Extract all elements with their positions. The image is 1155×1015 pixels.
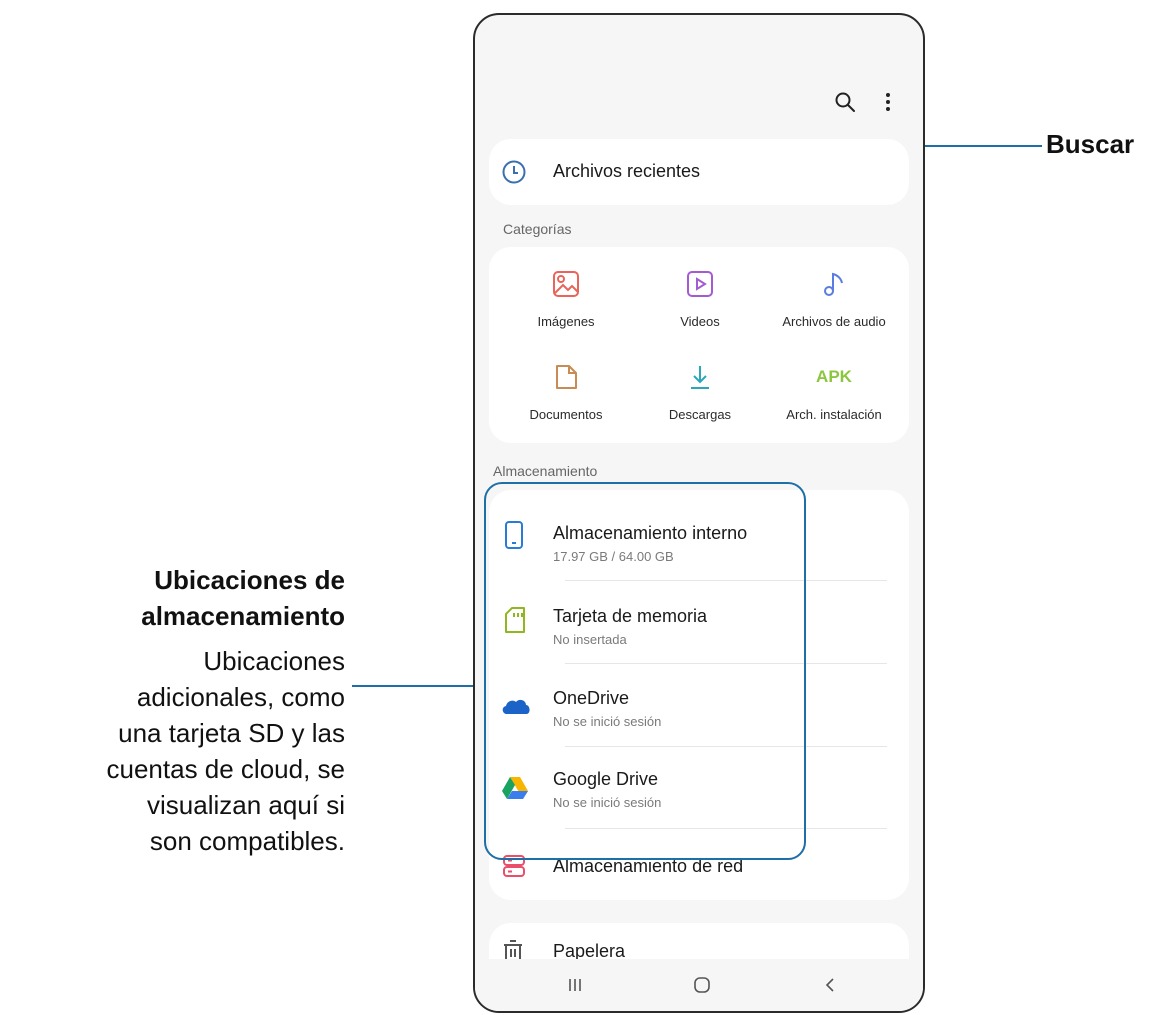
storage-item-subtitle: 17.97 GB / 64.00 GB — [553, 549, 674, 564]
phone-icon — [503, 520, 525, 555]
image-icon — [551, 269, 581, 299]
storage-callout-description: Ubicaciones adicionales, como una tarjet… — [106, 646, 346, 856]
audio-category-label: Archivos de audio — [782, 314, 886, 329]
categories-section-label: Categorías — [503, 221, 572, 237]
storage-item-title: Tarjeta de memoria — [553, 606, 708, 626]
storage-callout-title-line1: Ubicaciones de — [154, 565, 345, 595]
phone-screen: Archivos recientes Categorías Imágenes V… — [473, 13, 925, 1013]
document-icon — [551, 362, 581, 392]
storage-item-memory-card[interactable]: Tarjeta de memoria No insertada — [489, 582, 909, 662]
storage-item-subtitle: No se inició sesión — [553, 795, 662, 810]
recent-apps-icon[interactable] — [560, 970, 590, 1000]
recent-files-label: Archivos recientes — [553, 161, 701, 181]
recent-files-card[interactable]: Archivos recientes — [489, 139, 909, 205]
google-drive-icon — [501, 775, 529, 806]
video-icon — [685, 269, 715, 299]
search-icon[interactable] — [830, 87, 860, 117]
apk-icon: APK — [816, 367, 852, 386]
storage-item-network[interactable]: Almacenamiento de red — [489, 829, 909, 899]
storage-item-subtitle: No insertada — [553, 632, 627, 647]
storage-item-internal[interactable]: Almacenamiento interno 17.97 GB / 64.00 … — [489, 490, 909, 572]
top-app-bar — [475, 15, 923, 135]
network-storage-icon — [501, 853, 527, 884]
sd-card-icon — [503, 606, 527, 639]
storage-item-title: Almacenamiento interno — [553, 523, 748, 543]
storage-item-title: Google Drive — [553, 769, 659, 789]
onedrive-icon — [501, 696, 531, 721]
storage-card: Almacenamiento interno 17.97 GB / 64.00 … — [489, 490, 909, 900]
apk-category-label: Arch. instalación — [786, 407, 882, 422]
documents-category-label: Documentos — [529, 407, 603, 422]
search-callout-label: Buscar — [1046, 129, 1135, 159]
divider — [565, 580, 887, 581]
images-category-label: Imágenes — [537, 314, 595, 329]
navigation-bar — [475, 959, 923, 1011]
storage-item-subtitle: No se inició sesión — [553, 714, 662, 729]
audio-icon — [819, 269, 849, 299]
storage-item-onedrive[interactable]: OneDrive No se inició sesión — [489, 664, 909, 746]
storage-section-label: Almacenamiento — [493, 463, 598, 479]
download-icon — [685, 362, 715, 392]
more-vertical-icon[interactable] — [873, 87, 903, 117]
storage-callout-title-line2: almacenamiento — [141, 601, 345, 631]
home-icon[interactable] — [687, 970, 717, 1000]
categories-card: Imágenes Videos Archivos de audio Docume… — [489, 247, 909, 443]
storage-item-google-drive[interactable]: Google Drive No se inició sesión — [489, 747, 909, 827]
downloads-category-label: Descargas — [668, 407, 732, 422]
storage-item-title: OneDrive — [553, 688, 630, 708]
storage-item-title: Almacenamiento de red — [553, 856, 744, 876]
back-icon[interactable] — [815, 970, 845, 1000]
storage-callout-line — [352, 685, 485, 687]
clock-icon — [501, 159, 527, 190]
videos-category-label: Videos — [680, 314, 720, 329]
